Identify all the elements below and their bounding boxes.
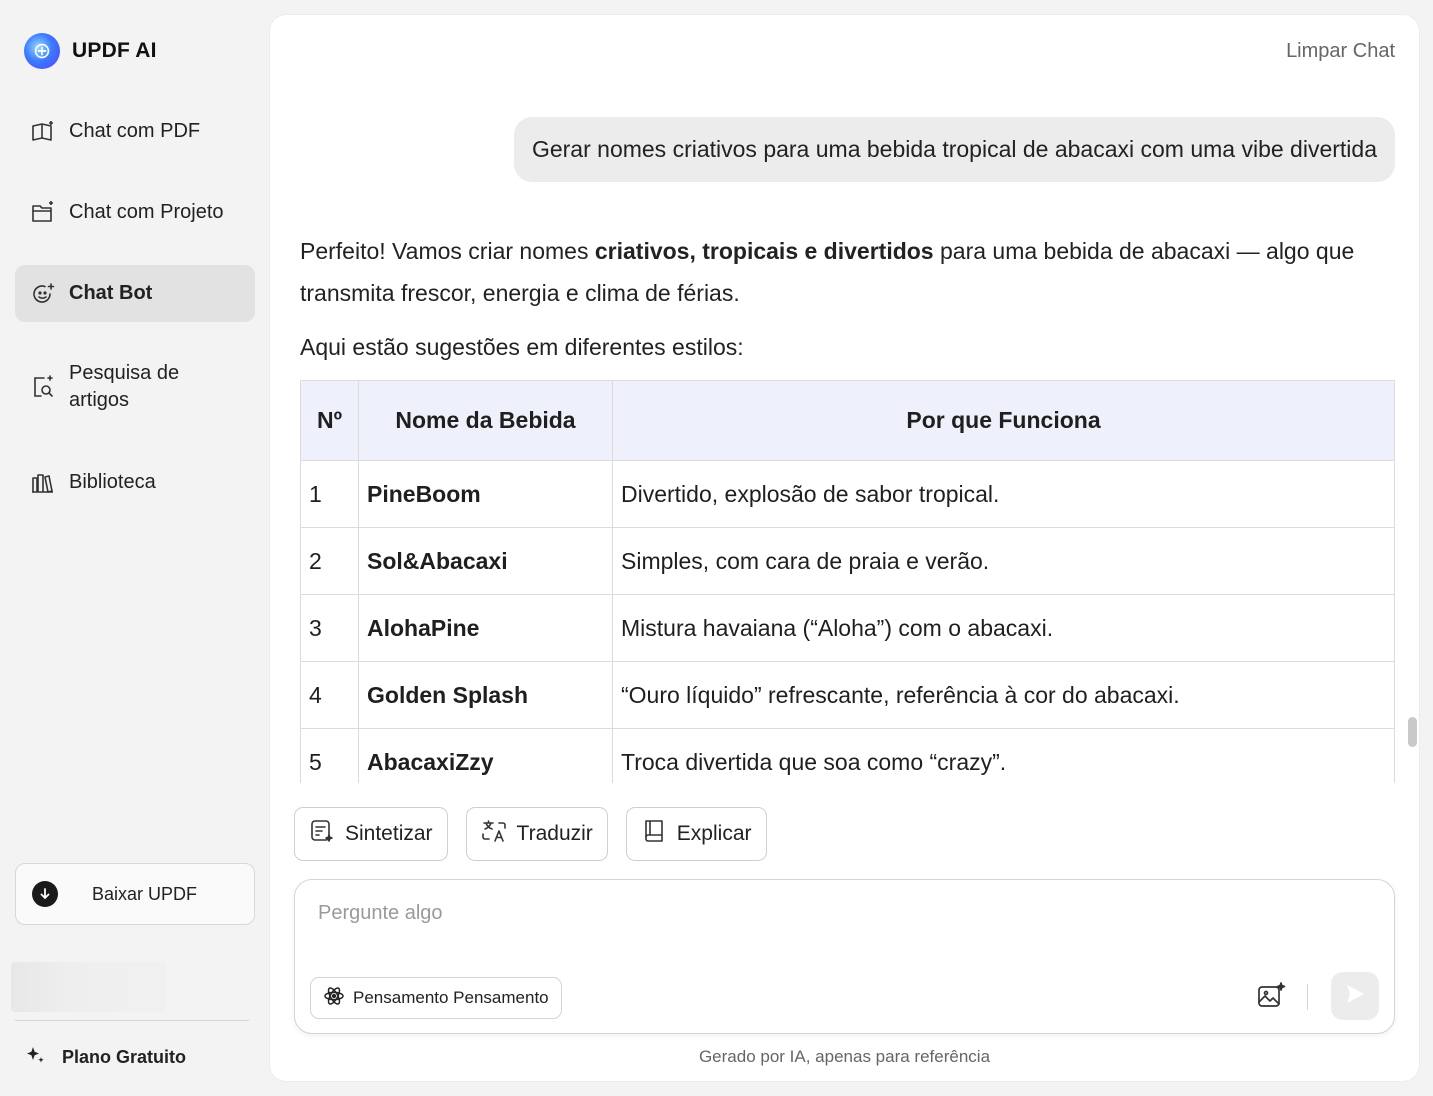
sidebar-item-chat-bot[interactable]: Chat Bot (15, 265, 255, 322)
translate-icon (481, 818, 507, 850)
send-button[interactable] (1331, 972, 1379, 1020)
table-row: 1 PineBoom Divertido, explosão de sabor … (300, 460, 1395, 528)
assistant-answer: Perfeito! Vamos criar nomes criativos, t… (300, 230, 1395, 368)
book-icon (641, 818, 667, 850)
message-composer: Pensamento Pensamento (294, 879, 1395, 1034)
quick-action-label: Traduzir (516, 822, 593, 845)
explicar-button[interactable]: Explicar (625, 807, 767, 861)
chat-scrollbar[interactable] (1408, 717, 1417, 747)
sidebar-item-label: Chat com Projeto (69, 201, 224, 223)
plan-badge[interactable]: Plano Gratuito (24, 1044, 186, 1071)
app-logo[interactable]: UPDF AI (24, 33, 157, 69)
quick-action-label: Explicar (676, 822, 752, 845)
table-row: 4 Golden Splash “Ouro líquido” refrescan… (300, 661, 1395, 729)
quick-action-label: Sintetizar (345, 822, 433, 845)
column-header-why: Por que Funciona (612, 380, 1395, 461)
cell-number: 1 (300, 460, 359, 528)
image-upload-button[interactable] (1255, 980, 1287, 1012)
answer-intro: Perfeito! Vamos criar nomes criativos, t… (300, 238, 1355, 306)
table-row: 2 Sol&Abacaxi Simples, com cara de praia… (300, 527, 1395, 595)
cell-name: PineBoom (358, 460, 613, 528)
doc-search-icon (29, 373, 57, 401)
sparkle-icon (24, 1044, 46, 1071)
cell-why: Simples, com cara de praia e verão. (612, 527, 1395, 595)
sidebar-item-chat-pdf[interactable]: Chat com PDF (15, 103, 255, 160)
bot-face-icon (29, 280, 57, 308)
cell-why: “Ouro líquido” refrescante, referência à… (612, 661, 1395, 729)
answer-paragraph: Aqui estão sugestões em diferentes estil… (300, 334, 744, 360)
message-input[interactable] (318, 902, 1318, 942)
updf-ai-logo-icon (24, 33, 60, 69)
app-name: UPDF AI (72, 39, 157, 62)
traduzir-button[interactable]: Traduzir (465, 807, 608, 861)
sidebar-item-label: Chat com PDF (69, 120, 201, 142)
thinking-label: Pensamento Pensamento (353, 988, 549, 1007)
sidebar-item-label: Chat Bot (69, 282, 153, 304)
plan-label: Plano Gratuito (62, 1047, 187, 1067)
composer-divider (1307, 984, 1308, 1010)
atom-icon (323, 985, 345, 1012)
clear-chat-button[interactable]: Limpar Chat (1286, 40, 1395, 63)
cell-why: Mistura havaiana (“Aloha”) com o abacaxi… (612, 594, 1395, 662)
sidebar-divider (15, 1020, 249, 1021)
table-row: 3 AlohaPine Mistura havaiana (“Aloha”) c… (300, 594, 1395, 662)
table-header-row: Nº Nome da Bebida Por que Funciona (300, 380, 1395, 461)
cell-number: 5 (300, 728, 359, 783)
sidebar-item-label: Biblioteca (69, 471, 156, 493)
download-updf-button[interactable]: Baixar UPDF (15, 863, 255, 925)
user-account-blurred[interactable] (11, 962, 166, 1012)
summarize-icon (309, 818, 335, 850)
quick-actions: Sintetizar Traduzir Explicar (294, 807, 767, 861)
sidebar: UPDF AI Chat com PDF Chat com Projeto Ch… (0, 0, 270, 1096)
user-message-bubble: Gerar nomes criativos para uma bebida tr… (513, 117, 1395, 182)
cell-number: 4 (300, 661, 359, 729)
cell-number: 2 (300, 527, 359, 595)
cell-name: Sol&Abacaxi (358, 527, 613, 595)
sidebar-item-pesquisa-artigos[interactable]: Pesquisa de artigos (15, 355, 255, 419)
cell-number: 3 (300, 594, 359, 662)
sidebar-item-chat-projeto[interactable]: Chat com Projeto (15, 184, 255, 241)
table-row: 5 AbacaxiZzy Troca divertida que soa com… (300, 728, 1395, 783)
cell-name: AbacaxiZzy (358, 728, 613, 783)
column-header-number: Nº (300, 380, 359, 461)
thinking-toggle[interactable]: Pensamento Pensamento (310, 977, 562, 1019)
sidebar-item-label: Pesquisa de artigos (69, 362, 180, 411)
image-sparkle-icon (1255, 982, 1287, 1016)
cell-name: AlohaPine (358, 594, 613, 662)
column-header-name: Nome da Bebida (358, 380, 613, 461)
cell-name: Golden Splash (358, 661, 613, 729)
library-icon (29, 469, 57, 497)
suggestions-table: Nº Nome da Bebida Por que Funciona 1 Pin… (300, 380, 1395, 783)
sidebar-item-biblioteca[interactable]: Biblioteca (15, 454, 255, 511)
download-label: Baixar UPDF (92, 883, 198, 904)
ai-disclaimer: Gerado por IA, apenas para referência (698, 1047, 991, 1066)
send-icon (1343, 982, 1367, 1011)
book-sparkle-icon (29, 118, 57, 146)
download-icon (32, 881, 58, 907)
sintetizar-button[interactable]: Sintetizar (294, 807, 448, 861)
cell-why: Troca divertida que soa como “crazy”. (612, 728, 1395, 783)
cell-why: Divertido, explosão de sabor tropical. (612, 460, 1395, 528)
chat-panel: Limpar Chat Gerar nomes criativos para u… (270, 15, 1419, 1081)
folder-sparkle-icon (29, 199, 57, 227)
